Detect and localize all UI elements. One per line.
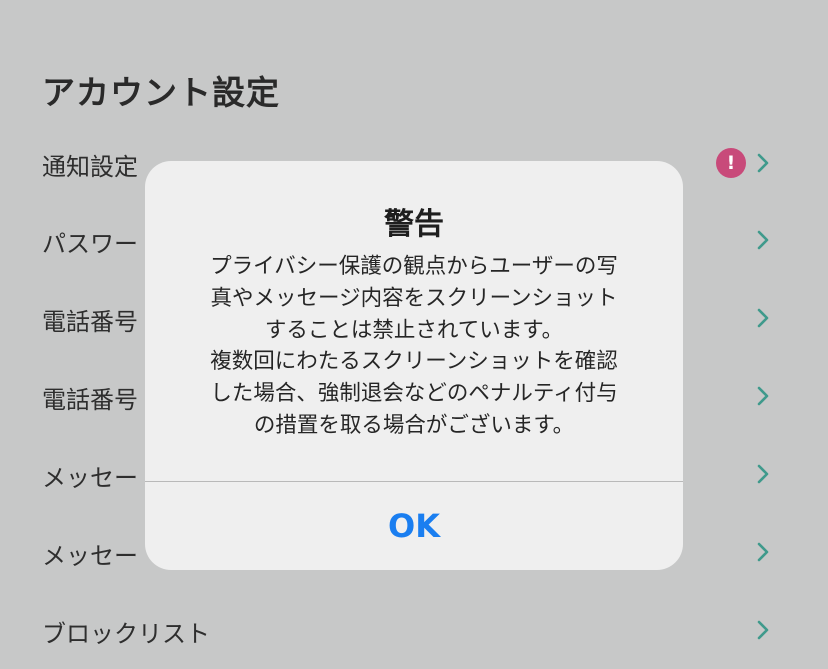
settings-row-label: 電話番号 [42,308,138,336]
alert-badge: ! [716,148,746,178]
warning-dialog: 警告 プライバシー保護の観点からユーザーの写 真やメッセージ内容をスクリーンショ… [145,161,683,570]
settings-row-label: 電話番号 [42,386,138,414]
page-title: アカウント設定 [42,73,280,112]
chevron-right-icon [752,619,774,641]
dialog-message: プライバシー保護の観点からユーザーの写 真やメッセージ内容をスクリーンショット … [179,251,649,442]
settings-row-block-list[interactable]: ブロックリスト [0,600,828,660]
dialog-title: 警告 [384,207,444,242]
chevron-right-icon [752,307,774,329]
chevron-right-icon [752,541,774,563]
dialog-message-line: することは禁止されています。 [264,317,564,343]
dialog-message-line: 複数回にわたるスクリーンショットを確認 [210,349,618,375]
chevron-right-icon [752,152,774,174]
settings-row-label: 通知設定 [42,153,138,181]
settings-row-label: パスワー [42,230,138,258]
settings-row-label: ブロックリスト [42,620,210,648]
settings-row-label: メッセー [42,464,138,492]
chevron-right-icon [752,229,774,251]
chevron-right-icon [752,463,774,485]
ok-button[interactable]: OK [145,482,683,570]
settings-row-label: メッセー [42,542,138,570]
dialog-message-line: の措置を取る場合がございます。 [253,412,575,438]
dialog-message-line: した場合、強制退会などのペナルティ付与 [210,381,618,407]
dialog-message-line: プライバシー保護の観点からユーザーの写 [210,254,618,279]
dialog-message-line: 真やメッセージ内容をスクリーンショット [210,285,618,311]
chevron-right-icon [752,385,774,407]
